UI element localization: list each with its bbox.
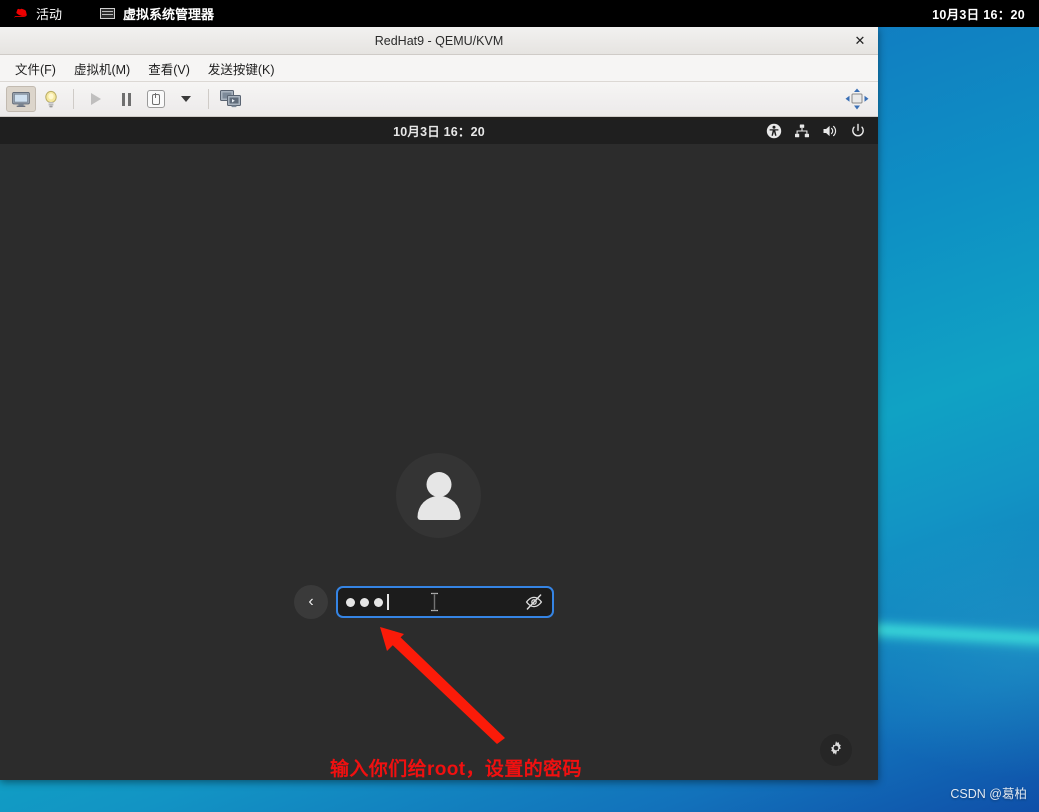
annotation-arrow (370, 617, 520, 752)
snapshots-button[interactable] (216, 86, 246, 112)
screens-icon (220, 90, 242, 108)
text-cursor-icon (430, 592, 439, 612)
play-icon (91, 93, 101, 105)
toolbar-separator (73, 89, 74, 109)
password-dot (346, 597, 355, 607)
host-clock[interactable]: 10月3日 16：20 (0, 4, 1039, 23)
pause-icon (121, 92, 132, 106)
close-icon[interactable]: ✕ (850, 31, 870, 51)
power-icon[interactable] (850, 123, 866, 139)
back-button[interactable]: ‹ (294, 585, 328, 619)
menu-bar: 文件(F) 虚拟机(M) 查看(V) 发送按键(K) (0, 55, 878, 82)
guest-status-area (766, 117, 866, 144)
run-button[interactable] (81, 86, 111, 112)
annotation-text: 输入你们给root，设置的密码 (330, 759, 582, 780)
chevron-down-icon (181, 96, 191, 102)
password-masked-value (346, 597, 383, 607)
menu-view[interactable]: 查看(V) (141, 56, 197, 81)
window-title: RedHat9 - QEMU/KVM (374, 33, 504, 48)
watermark: CSDN @葛柏 (950, 787, 1027, 801)
virt-manager-window: RedHat9 - QEMU/KVM ✕ 文件(F) 虚拟机(M) 查看(V) … (0, 27, 878, 780)
lightbulb-icon (44, 90, 58, 108)
shutdown-menu-button[interactable] (171, 86, 201, 112)
gear-icon (828, 740, 844, 761)
avatar-head (426, 472, 451, 497)
toolbar-separator-2 (208, 89, 209, 109)
password-input[interactable] (336, 586, 554, 618)
network-icon[interactable] (794, 123, 810, 139)
session-settings-button[interactable] (820, 734, 852, 766)
volume-icon[interactable] (822, 123, 838, 139)
guest-top-bar: 10月3日 16：20 (0, 117, 878, 144)
screen: 活动 虚拟系统管理器 10月3日 16：20 RedHat9 - QEMU/KV… (0, 0, 1039, 812)
accessibility-icon[interactable] (766, 123, 782, 139)
pause-button[interactable] (111, 86, 141, 112)
shutdown-button[interactable] (141, 86, 171, 112)
password-dot (360, 597, 369, 607)
window-title-bar[interactable]: RedHat9 - QEMU/KVM ✕ (0, 27, 878, 55)
host-top-bar: 活动 虚拟系统管理器 10月3日 16：20 (0, 0, 1039, 27)
menu-file[interactable]: 文件(F) (8, 56, 63, 81)
guest-clock[interactable]: 10月3日 16：20 (393, 121, 485, 140)
eye-slash-icon[interactable] (525, 593, 543, 611)
password-row: ‹ (294, 585, 554, 619)
avatar-body (417, 496, 460, 520)
user-avatar (396, 453, 481, 538)
show-details-button[interactable] (36, 86, 66, 112)
menu-send-key[interactable]: 发送按键(K) (201, 56, 282, 81)
monitor-icon (12, 91, 30, 107)
show-console-button[interactable] (6, 86, 36, 112)
tool-bar (0, 82, 878, 117)
menu-virtual-machine[interactable]: 虚拟机(M) (67, 56, 137, 81)
text-caret (387, 594, 389, 610)
fullscreen-button[interactable] (842, 86, 872, 112)
password-dot (374, 597, 383, 607)
vm-console-display[interactable]: 10月3日 16：20 ‹ 输入你们给root，设置的密码 (0, 117, 878, 780)
shutdown-icon (147, 90, 165, 108)
fullscreen-icon (845, 88, 869, 110)
